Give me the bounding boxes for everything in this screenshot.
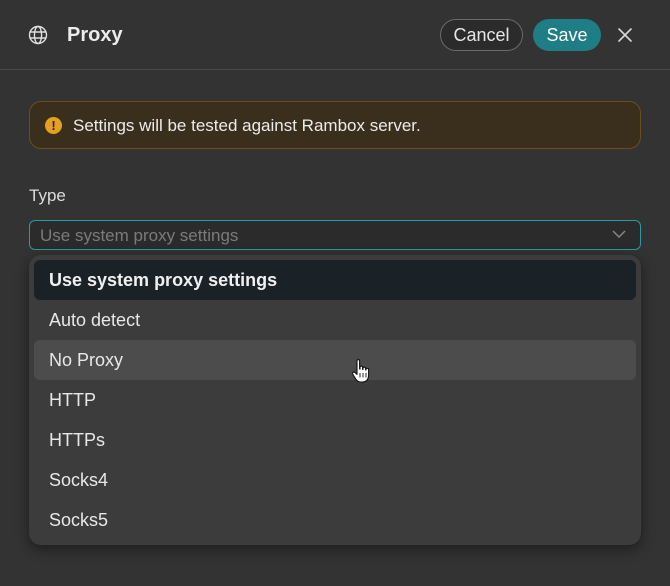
type-dropdown-list: Use system proxy settings Auto detect No… [29,255,641,545]
option-socks5[interactable]: Socks5 [34,500,636,540]
dialog-header: Proxy Cancel Save [0,0,670,70]
cursor-hand-icon [351,359,370,383]
alert-text: Settings will be tested against Rambox s… [73,116,421,135]
option-auto-detect[interactable]: Auto detect [34,300,636,340]
type-label: Type [29,186,66,205]
type-select-value: Use system proxy settings [40,226,239,245]
type-select[interactable]: Use system proxy settings [29,220,641,250]
option-http[interactable]: HTTP [34,380,636,420]
option-socks4[interactable]: Socks4 [34,460,636,500]
option-no-proxy[interactable]: No Proxy [34,340,636,380]
globe-icon [28,25,48,45]
warning-icon: ! [45,117,62,134]
chevron-down-icon [612,230,626,238]
cancel-button[interactable]: Cancel [440,19,523,51]
proxy-dialog: Proxy Cancel Save ! Settings will be tes… [0,0,670,586]
dialog-title: Proxy [67,24,123,46]
warning-alert: ! Settings will be tested against Rambox… [29,101,641,149]
save-button[interactable]: Save [533,19,601,51]
option-https[interactable]: HTTPs [34,420,636,460]
close-icon[interactable] [617,27,633,43]
option-use-system-proxy-settings[interactable]: Use system proxy settings [34,260,636,300]
